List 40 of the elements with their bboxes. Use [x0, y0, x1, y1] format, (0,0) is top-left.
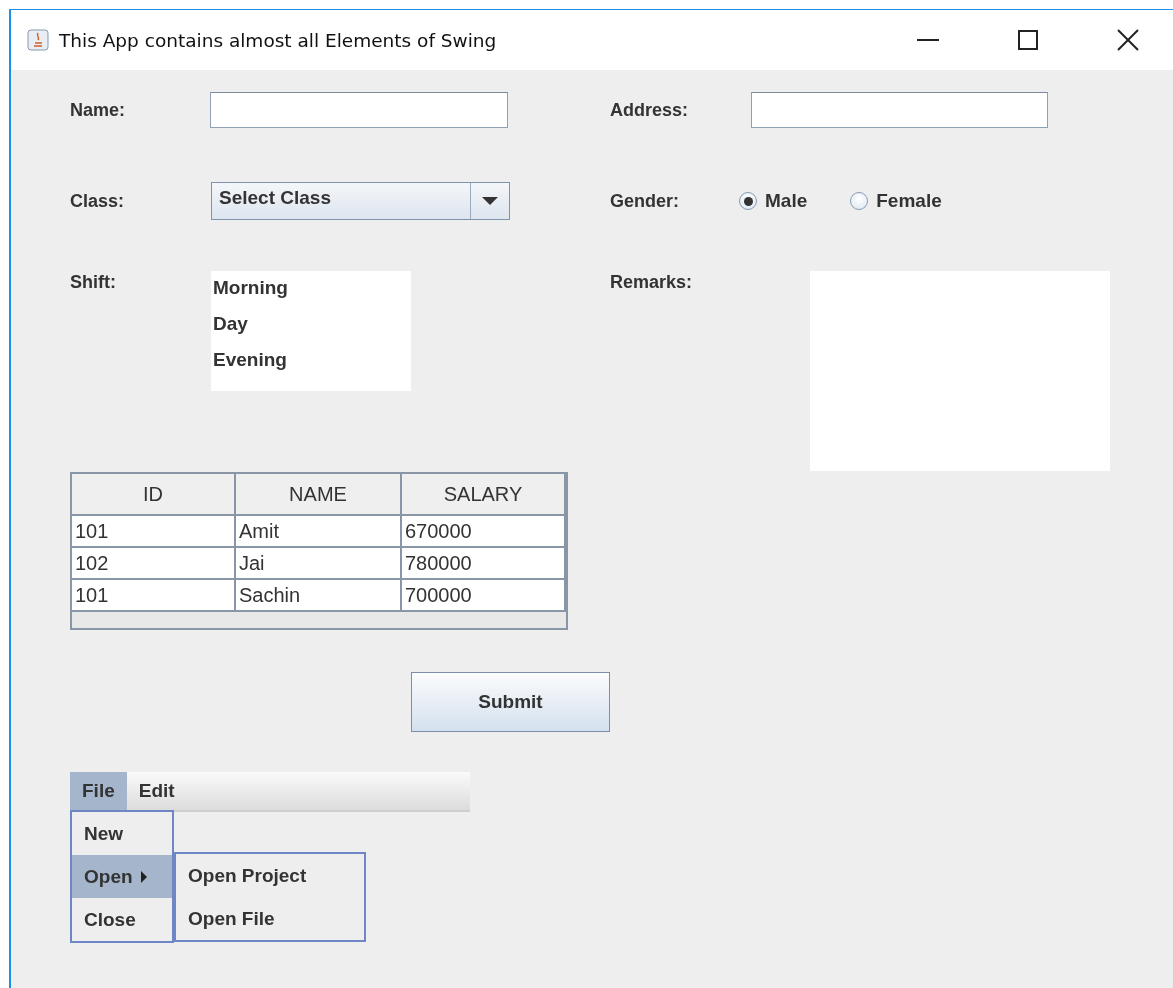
menu-item[interactable]: Close — [72, 898, 172, 941]
menu[interactable]: Edit — [126, 772, 187, 810]
name-field[interactable] — [210, 92, 508, 128]
maximize-icon — [1018, 30, 1038, 50]
field-label: Address: — [610, 99, 690, 121]
close-icon — [1117, 29, 1139, 51]
field-label: Gender: — [610, 190, 680, 212]
table-cell: 780000 — [402, 548, 566, 580]
menu[interactable]: File — [70, 772, 127, 810]
column-header[interactable]: NAME — [236, 474, 402, 516]
list-item[interactable]: Morning — [211, 277, 411, 313]
window-title: This App contains almost all Elements of Swing — [59, 29, 498, 51]
menu-item[interactable]: Open — [72, 855, 172, 898]
table-cell: 670000 — [402, 516, 566, 548]
table-cell: Sachin — [236, 580, 402, 612]
menu-item[interactable]: Open File — [176, 897, 364, 940]
radio-option[interactable]: Female — [850, 190, 942, 212]
field-label: Name: — [70, 99, 127, 121]
radio-option[interactable]: Male — [739, 190, 808, 212]
list-item[interactable]: Evening — [211, 349, 411, 385]
table-cell: 102 — [72, 548, 236, 580]
table-cell: 101 — [72, 580, 236, 612]
list-item[interactable]: Day — [211, 313, 411, 349]
table-cell: 700000 — [402, 580, 566, 612]
field-label: Shift: — [70, 271, 117, 293]
table-cell: Amit — [236, 516, 402, 548]
submit-button[interactable]: Submit — [411, 672, 610, 732]
menu-item[interactable]: New — [72, 812, 172, 855]
minimize-icon — [917, 39, 939, 41]
column-header[interactable]: SALARY — [402, 474, 566, 516]
column-header[interactable]: ID — [72, 474, 236, 516]
table-cell: 101 — [72, 516, 236, 548]
menu-item[interactable]: Open Project — [176, 854, 364, 897]
caret-icon — [482, 197, 498, 205]
class-dropdown[interactable]: Select Class — [211, 182, 510, 220]
app-icon — [27, 29, 49, 51]
field-label: Class: — [70, 190, 126, 212]
table-cell: Jai — [236, 548, 402, 580]
field-label: Remarks: — [610, 271, 694, 293]
address-field[interactable] — [751, 92, 1048, 128]
